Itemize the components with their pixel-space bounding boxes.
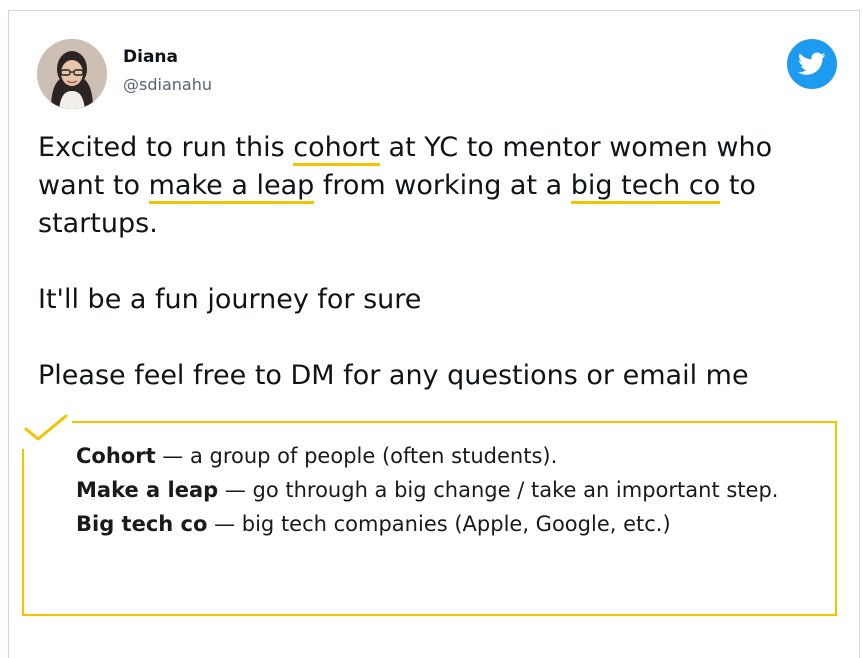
glossary-item: Make a leap — go through a big change / … bbox=[76, 473, 818, 507]
glossary-definition: — a group of people (often students). bbox=[155, 444, 558, 468]
author-handle[interactable]: @sdianahu bbox=[123, 75, 212, 94]
tweet-paragraph-3: Please feel free to DM for any questions… bbox=[38, 360, 749, 391]
tweet-text: Excited to run this cohort at YC to ment… bbox=[38, 129, 838, 395]
glossary-item: Big tech co — big tech companies (Apple,… bbox=[76, 507, 818, 541]
tweet-text-segment: from working at a bbox=[314, 170, 571, 201]
checkmark-icon bbox=[24, 414, 68, 441]
avatar[interactable] bbox=[37, 39, 107, 109]
tweet-paragraph-2: It'll be a fun journey for sure bbox=[38, 284, 422, 315]
glossary-term: Make a leap bbox=[76, 478, 219, 502]
glossary-item: Cohort — a group of people (often studen… bbox=[76, 439, 818, 473]
glossary-definition: — big tech companies (Apple, Google, etc… bbox=[207, 512, 671, 536]
glossary-term: Big tech co bbox=[76, 512, 208, 536]
avatar-image bbox=[37, 39, 107, 109]
highlight-make-a-leap: make a leap bbox=[148, 170, 315, 204]
highlight-big-tech-co: big tech co bbox=[570, 170, 721, 204]
twitter-bird-icon[interactable] bbox=[787, 39, 837, 89]
author-name[interactable]: Diana bbox=[123, 47, 178, 67]
tweet-text-segment: Excited to run this bbox=[38, 132, 294, 163]
glossary-term: Cohort bbox=[76, 444, 156, 468]
highlight-cohort: cohort bbox=[293, 132, 380, 166]
glossary-list: Cohort — a group of people (often studen… bbox=[76, 439, 818, 541]
twitter-bird-glyph bbox=[798, 52, 826, 75]
glossary-box: Cohort — a group of people (often studen… bbox=[20, 419, 837, 616]
glossary-definition: — go through a big change / take an impo… bbox=[218, 478, 779, 502]
tweet-paragraph-1: Excited to run this cohort at YC to ment… bbox=[38, 129, 838, 243]
